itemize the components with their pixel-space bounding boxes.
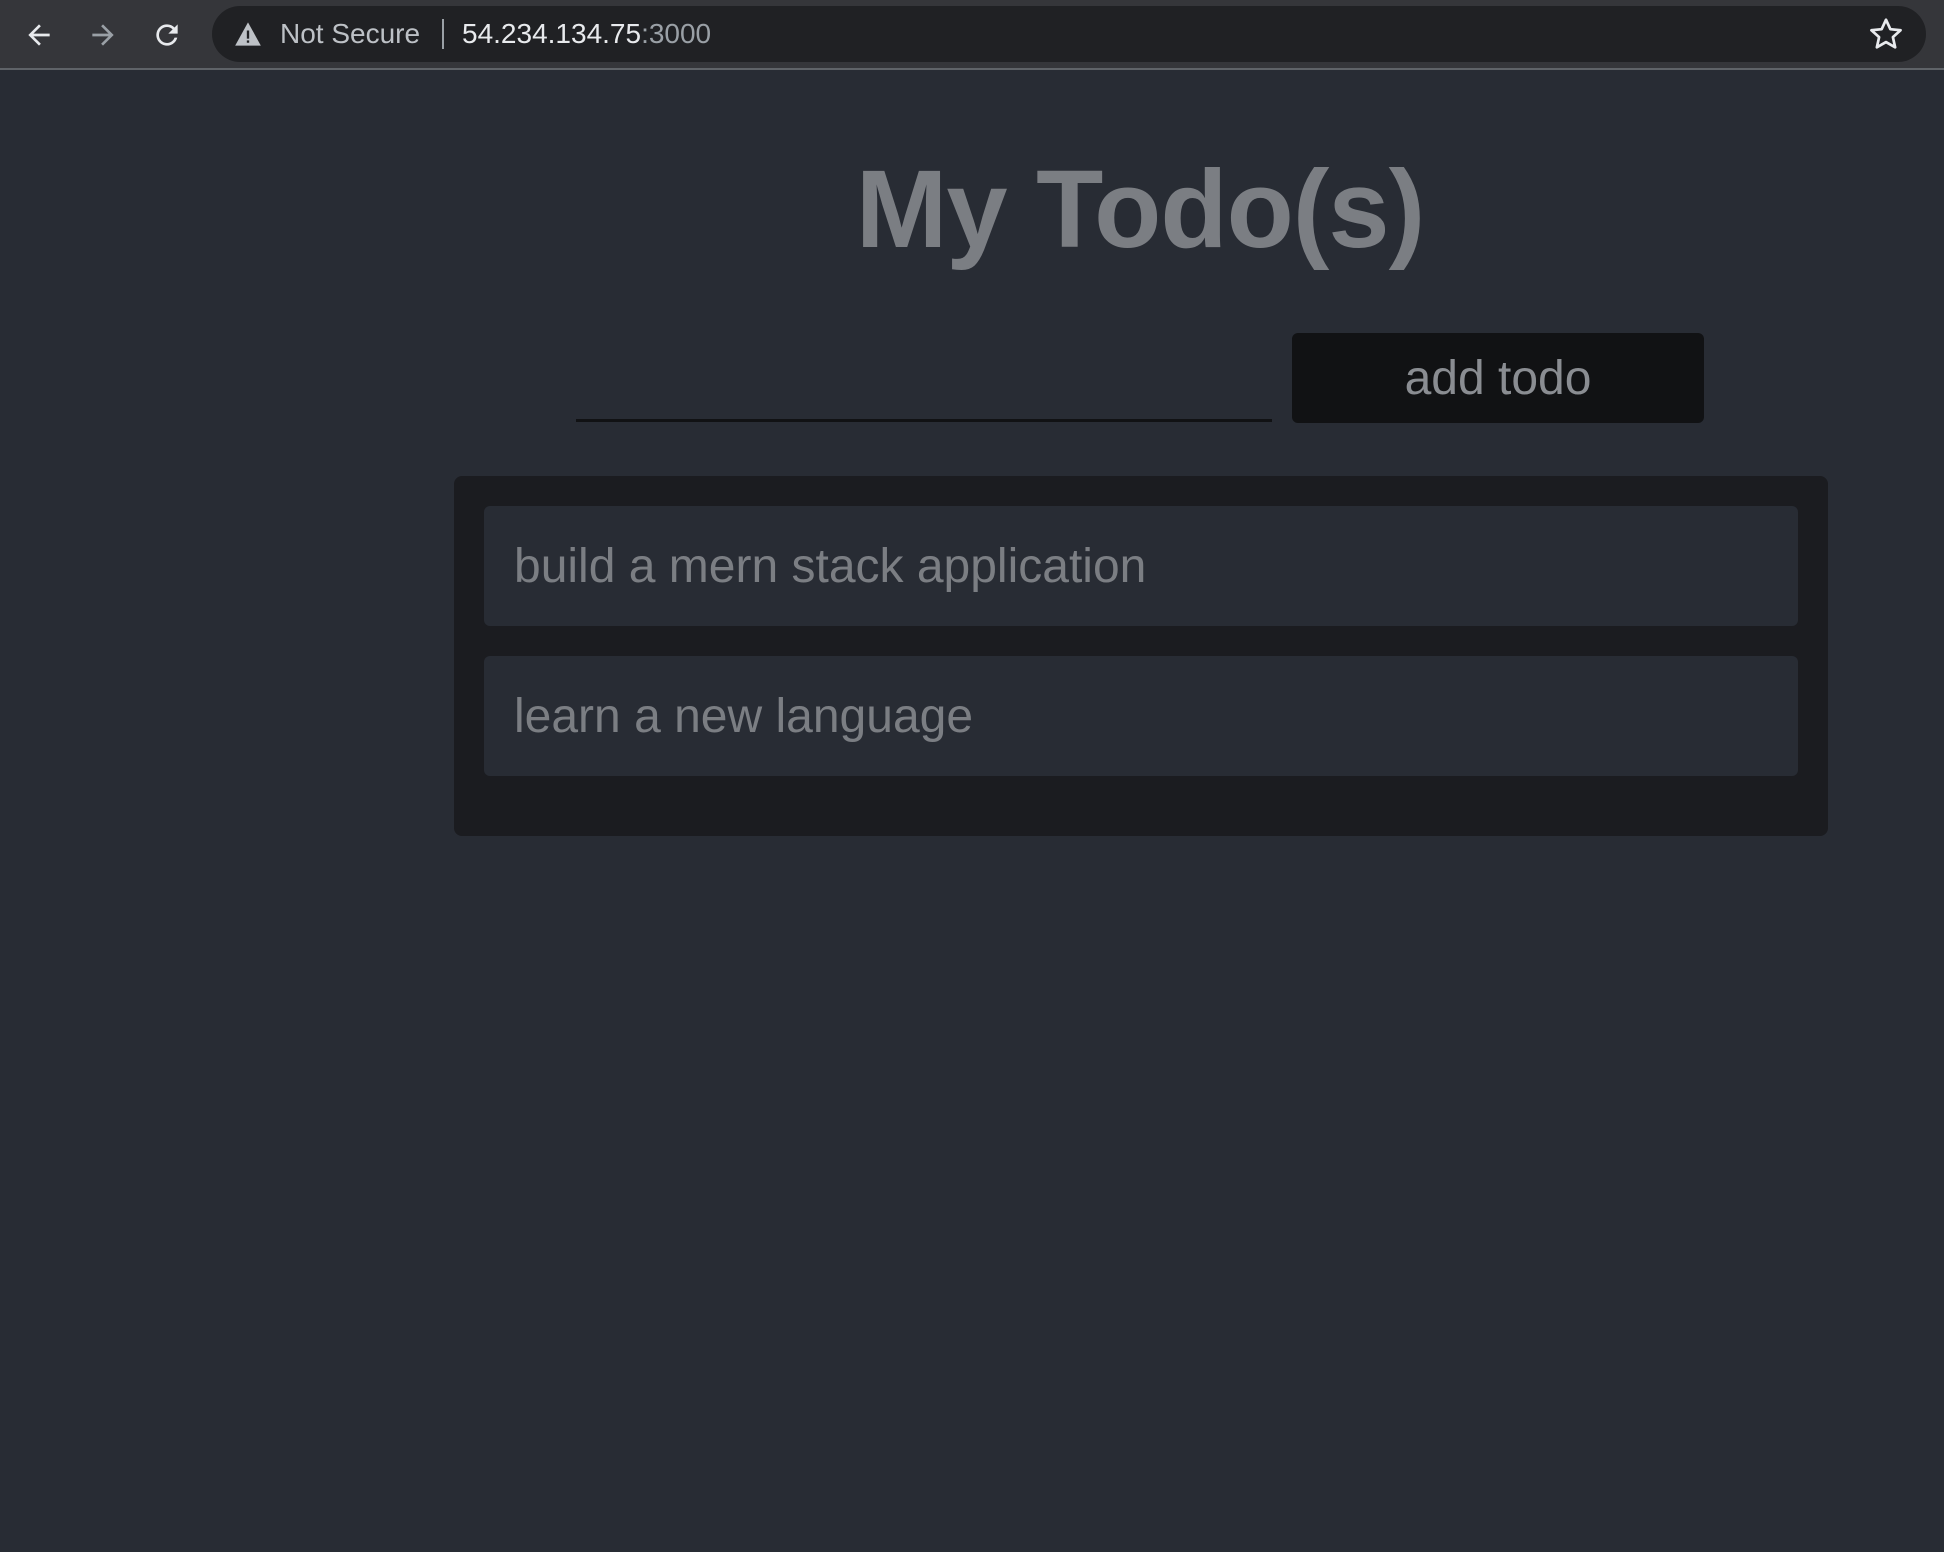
url-text[interactable]: 54.234.134.75:3000 <box>462 20 711 48</box>
todo-list: build a mern stack application learn a n… <box>454 476 1828 836</box>
add-todo-button[interactable]: add todo <box>1292 333 1704 423</box>
url-host: 54.234.134.75 <box>462 18 642 49</box>
reload-button[interactable] <box>142 10 192 60</box>
address-bar[interactable]: Not Secure 54.234.134.75:3000 <box>212 6 1926 62</box>
url-port: :3000 <box>641 18 712 49</box>
page-title: My Todo(s) <box>855 148 1425 271</box>
omnibox-divider <box>442 19 444 49</box>
back-arrow-icon <box>28 24 50 46</box>
reload-icon <box>156 24 178 46</box>
warning-icon <box>235 22 261 46</box>
todo-input[interactable] <box>576 340 1272 422</box>
forward-arrow-icon <box>92 24 114 46</box>
security-status[interactable]: Not Secure <box>280 20 420 48</box>
todo-item[interactable]: learn a new language <box>484 656 1798 776</box>
back-button[interactable] <box>14 10 64 60</box>
forward-button[interactable] <box>78 10 128 60</box>
star-icon[interactable] <box>1868 16 1904 52</box>
browser-toolbar: Not Secure 54.234.134.75:3000 <box>0 0 1944 70</box>
todo-item[interactable]: build a mern stack application <box>484 506 1798 626</box>
